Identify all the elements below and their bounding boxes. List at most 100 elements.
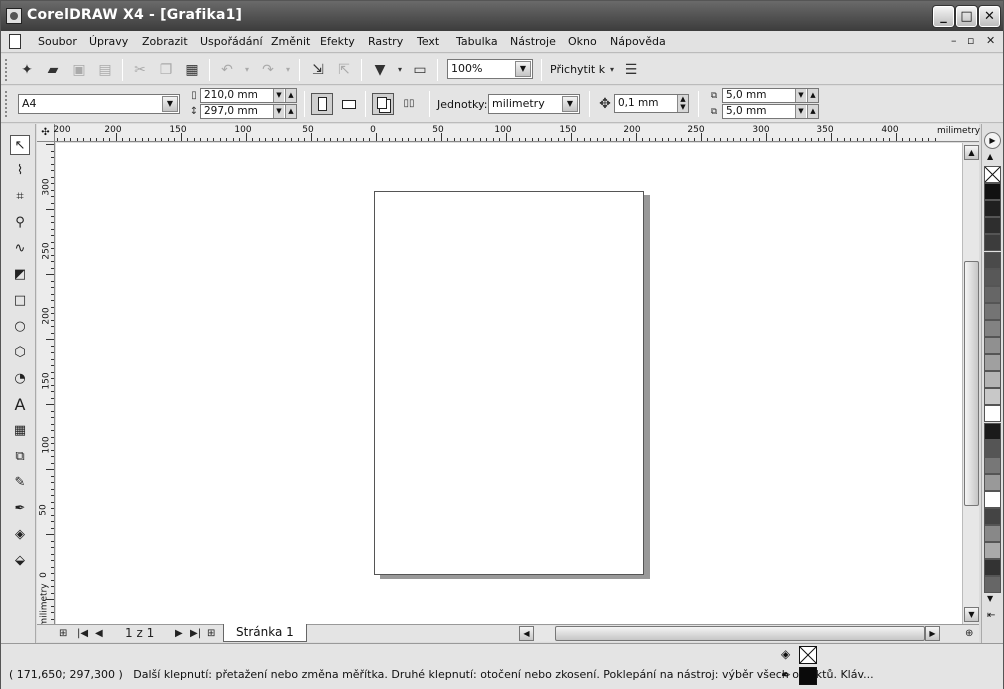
doc-close-button[interactable]: ✕ xyxy=(986,34,995,47)
color-swatch[interactable] xyxy=(984,576,1001,594)
pick-tool-icon[interactable]: ↖ xyxy=(10,135,30,155)
chevron-down-icon[interactable]: ▼ xyxy=(273,105,284,118)
no-color-swatch[interactable] xyxy=(984,166,1001,183)
welcome-screen-icon[interactable]: ▭ xyxy=(411,61,429,79)
color-swatch[interactable] xyxy=(984,473,1001,491)
minimize-button[interactable]: _ xyxy=(933,6,954,27)
paste-icon[interactable]: ▦ xyxy=(183,61,201,79)
new-document-icon[interactable]: ✦ xyxy=(18,61,36,79)
zoom-tool-icon[interactable]: ⚲ xyxy=(10,213,30,233)
export-icon[interactable]: ⇱ xyxy=(335,61,353,79)
color-swatch[interactable] xyxy=(984,388,1001,406)
chevron-down-icon[interactable]: ▼ xyxy=(273,89,284,102)
color-swatch[interactable] xyxy=(984,508,1001,525)
page-height-field[interactable]: 297,0 mm ▼ ▲ xyxy=(200,104,297,119)
drawing-page[interactable] xyxy=(374,191,644,575)
text-tool-icon[interactable]: A xyxy=(10,395,30,415)
snap-to-label[interactable]: Přichytit k xyxy=(550,63,605,76)
palette-scroll-up-icon[interactable]: ▲ xyxy=(987,152,993,161)
scroll-up-icon[interactable]: ▲ xyxy=(964,145,979,160)
all-pages-button[interactable] xyxy=(372,93,394,115)
crop-tool-icon[interactable]: ⌗ xyxy=(10,187,30,207)
fill-color-swatch[interactable] xyxy=(799,646,817,664)
color-swatch[interactable] xyxy=(984,337,1001,354)
horizontal-ruler[interactable]: 200 200 150 100 50 0 50 100 150 200 250 … xyxy=(53,124,980,142)
redo-dropdown-icon[interactable]: ▾ xyxy=(279,61,297,79)
options-icon[interactable]: ☰ xyxy=(622,61,640,79)
document-icon[interactable] xyxy=(9,34,21,49)
color-swatch[interactable] xyxy=(984,371,1001,389)
portrait-button[interactable] xyxy=(311,93,333,115)
table-tool-icon[interactable]: ▦ xyxy=(10,421,30,441)
scroll-left-icon[interactable]: ◀ xyxy=(519,626,534,641)
toolbar-grip[interactable] xyxy=(5,91,8,117)
rectangle-tool-icon[interactable]: □ xyxy=(10,291,30,311)
menu-zmenit[interactable]: Změnit xyxy=(271,35,310,48)
color-swatch[interactable] xyxy=(984,405,1001,423)
page-counter[interactable]: 1 z 1 xyxy=(125,626,154,641)
interactive-blend-tool-icon[interactable]: ⧉ xyxy=(10,447,30,467)
vertical-ruler[interactable]: 300 250 200 150 100 50 0 milimetry xyxy=(37,142,55,627)
color-swatch[interactable] xyxy=(984,542,1001,560)
outline-color-swatch[interactable] xyxy=(799,667,817,685)
coreldraw-app-icon[interactable] xyxy=(6,8,22,24)
duplicate-y-field[interactable]: 5,0 mm ▼ ▲ xyxy=(722,104,819,119)
units-combo[interactable]: milimetry ▼ xyxy=(488,94,580,114)
duplicate-x-field[interactable]: 5,0 mm ▼ ▲ xyxy=(722,88,819,103)
cut-icon[interactable]: ✂ xyxy=(131,61,149,79)
chevron-down-icon[interactable]: ▼ xyxy=(162,96,178,112)
palette-expand-icon[interactable]: ⇤ xyxy=(987,610,995,621)
color-swatch[interactable] xyxy=(984,285,1001,303)
menu-napoveda[interactable]: Nápověda xyxy=(610,35,666,48)
color-swatch[interactable] xyxy=(984,217,1001,235)
zoom-level-combo[interactable]: 100% ▼ xyxy=(447,59,533,79)
interactive-fill-tool-icon[interactable]: ⬙ xyxy=(10,551,30,571)
spin-icon[interactable]: ▲ ▼ xyxy=(677,95,688,112)
current-page-icon[interactable]: ▯▯ xyxy=(400,95,418,113)
previous-page-icon[interactable]: ◀ xyxy=(95,626,103,641)
horizontal-scrollbar[interactable]: ◀ ▶ xyxy=(519,626,940,641)
page-width-field[interactable]: 210,0 mm ▼ ▲ xyxy=(200,88,297,103)
polygon-tool-icon[interactable]: ⬡ xyxy=(10,343,30,363)
maximize-button[interactable]: □ xyxy=(956,6,977,27)
freehand-tool-icon[interactable]: ∿ xyxy=(10,239,30,259)
doc-restore-button[interactable]: ▫ xyxy=(967,34,974,47)
print-icon[interactable]: ▤ xyxy=(96,61,114,79)
outline-tool-icon[interactable]: ✒ xyxy=(10,499,30,519)
color-swatch[interactable] xyxy=(984,319,1001,337)
color-swatch[interactable] xyxy=(984,183,1001,201)
doc-minimize-button[interactable]: – xyxy=(951,34,957,47)
vertical-scroll-thumb[interactable] xyxy=(964,261,979,506)
smart-fill-tool-icon[interactable]: ◩ xyxy=(10,265,30,285)
ellipse-tool-icon[interactable]: ○ xyxy=(10,317,30,337)
scroll-right-icon[interactable]: ▶ xyxy=(925,626,940,641)
vertical-scrollbar[interactable]: ▲ ▼ xyxy=(962,143,979,624)
menu-tabulka[interactable]: Tabulka xyxy=(456,35,498,48)
open-folder-icon[interactable]: ▰ xyxy=(44,61,62,79)
eyedropper-tool-icon[interactable]: ✎ xyxy=(10,473,30,493)
ruler-origin-icon[interactable]: ✣ xyxy=(37,124,55,142)
scroll-down-icon[interactable]: ▼ xyxy=(964,607,979,622)
landscape-button[interactable] xyxy=(337,93,359,115)
spin-up-icon[interactable]: ▲ xyxy=(807,89,818,102)
application-launcher-icon[interactable]: ▼ xyxy=(371,61,389,79)
first-page-icon[interactable]: |◀ xyxy=(77,626,88,641)
menu-efekty[interactable]: Efekty xyxy=(320,35,355,48)
paper-size-combo[interactable]: A4 ▼ xyxy=(18,94,180,114)
menu-usporadani[interactable]: Uspořádání xyxy=(200,35,263,48)
next-page-icon[interactable]: ▶ xyxy=(175,626,183,641)
palette-scroll-down-icon[interactable]: ▼ xyxy=(987,594,993,603)
color-swatch[interactable] xyxy=(984,559,1001,577)
menu-nastroje[interactable]: Nástroje xyxy=(510,35,556,48)
chevron-down-icon[interactable]: ▼ xyxy=(562,96,578,112)
spin-up-icon[interactable]: ▲ xyxy=(285,89,296,102)
import-icon[interactable]: ⇲ xyxy=(309,61,327,79)
menu-text[interactable]: Text xyxy=(417,35,439,48)
last-page-icon[interactable]: ▶| xyxy=(190,626,201,641)
menu-okno[interactable]: Okno xyxy=(568,35,597,48)
fill-tool-icon[interactable]: ◈ xyxy=(10,525,30,545)
color-swatch[interactable] xyxy=(984,456,1001,474)
redo-icon[interactable]: ↷ xyxy=(259,61,277,79)
nudge-field[interactable]: 0,1 mm ▲ ▼ xyxy=(614,94,689,113)
snap-dropdown-icon[interactable]: ▾ xyxy=(603,61,621,79)
